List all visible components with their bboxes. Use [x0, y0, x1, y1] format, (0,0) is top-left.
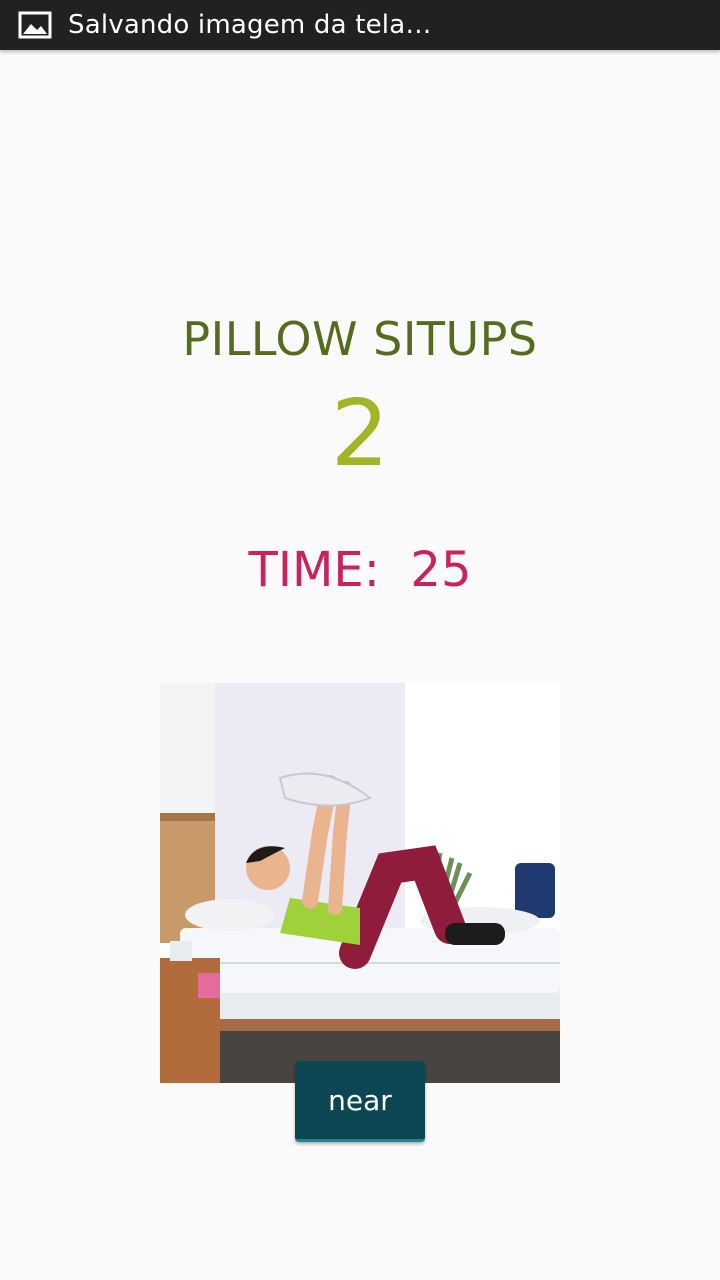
- near-button[interactable]: near: [295, 1061, 425, 1142]
- exercise-illustration: [160, 683, 560, 1083]
- status-notification-text: Salvando imagem da tela…: [68, 10, 432, 40]
- image-icon: [18, 11, 52, 39]
- timer-label: TIME: 25: [248, 542, 472, 598]
- exercise-title: PILLOW SITUPS: [182, 312, 538, 366]
- rep-count: 2: [330, 380, 390, 487]
- exercise-screen: PILLOW SITUPS 2 TIME: 25 near: [0, 50, 720, 1280]
- status-bar: Salvando imagem da tela…: [0, 0, 720, 50]
